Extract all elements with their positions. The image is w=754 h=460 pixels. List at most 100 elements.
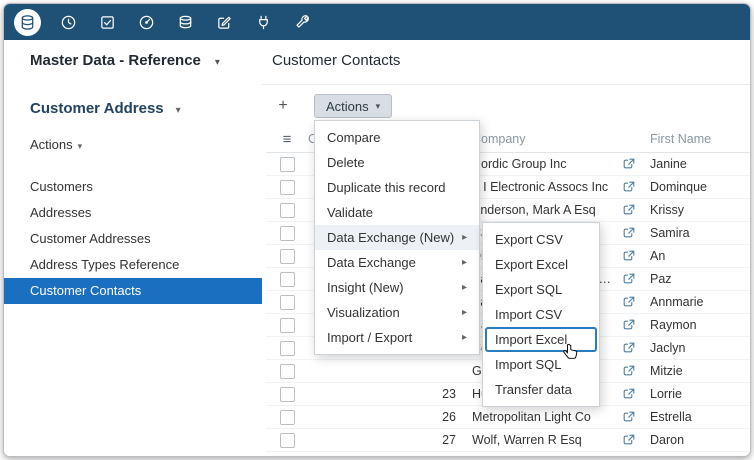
submenu-arrow-icon: ▸ [462,225,467,250]
row-checkbox[interactable] [280,341,295,356]
actions-button-label: Actions [326,99,369,114]
row-checkbox[interactable] [280,226,295,241]
plug-icon[interactable] [251,10,275,34]
table-row[interactable]: 30Development AuthorityYolando [266,452,750,456]
menu-item-visualization[interactable]: Visualization▸ [315,300,479,325]
column-header-company[interactable]: Company [466,132,616,146]
submenu-item-import-excel[interactable]: Import Excel [485,327,597,352]
row-checkbox-cell [266,226,308,241]
table-menu-icon[interactable]: ≡ [283,132,292,147]
add-record-button[interactable]: + [270,94,296,118]
cell-first-name: Annmarie [642,295,750,309]
menu-item-data-exchange-new[interactable]: Data Exchange (New) ▸ [315,225,479,250]
menu-item-insight-new[interactable]: Insight (New)▸ [315,275,479,300]
external-link-icon[interactable] [616,227,642,239]
submenu-item-label: Import SQL [495,352,561,377]
external-link-icon[interactable] [616,434,642,446]
submenu-item-transfer-data[interactable]: Transfer data [483,377,599,402]
external-link-icon[interactable] [616,250,642,262]
submenu-item-export-csv[interactable]: Export CSV [483,227,599,252]
submenu-item-export-sql[interactable]: Export SQL [483,277,599,302]
row-checkbox[interactable] [280,456,295,457]
submenu-item-export-excel[interactable]: Export Excel [483,252,599,277]
caret-down-icon: ▾ [376,101,381,112]
row-checkbox[interactable] [280,318,295,333]
row-checkbox[interactable] [280,272,295,287]
external-link-icon[interactable] [616,319,642,331]
external-link-icon[interactable] [616,181,642,193]
external-link-icon[interactable] [616,273,642,285]
menu-item-label: Data Exchange [327,250,416,275]
row-checkbox[interactable] [280,433,295,448]
row-checkbox[interactable] [280,295,295,310]
row-checkbox-cell [266,272,308,287]
cell-first-name: Raymon [642,318,750,332]
menu-item-label: Validate [327,200,373,225]
row-checkbox[interactable] [280,364,295,379]
row-checkbox-cell [266,318,308,333]
sidebar-item-customer-addresses[interactable]: Customer Addresses [4,226,262,252]
menu-item-validate[interactable]: Validate [315,200,479,225]
actions-button[interactable]: Actions ▾ [314,94,392,118]
check-square-icon[interactable] [95,10,119,34]
cell-company: Nordic Group Inc [466,157,616,171]
menu-item-label: Duplicate this record [327,175,446,200]
external-link-icon[interactable] [616,296,642,308]
cell-first-name: Daron [642,433,750,447]
sidebar-title-label: Customer Address [30,100,164,117]
submenu-item-label: Export CSV [495,227,563,252]
submenu-item-import-sql[interactable]: Import SQL [483,352,599,377]
database-alt-icon[interactable] [173,10,197,34]
row-checkbox[interactable] [280,180,295,195]
database-icon[interactable] [14,9,41,36]
cell-company: Metropolitan Light Co [466,410,616,424]
row-checkbox[interactable] [280,387,295,402]
external-link-icon[interactable] [616,204,642,216]
cell-first-name: Dominque [642,180,750,194]
table-row[interactable]: 26Metropolitan Light CoEstrella [266,406,750,429]
external-link-icon[interactable] [616,411,642,423]
gauge-icon[interactable] [134,10,158,34]
header-row: Master Data - Reference▾ Customer Contac… [4,40,750,85]
wrench-icon[interactable] [290,10,314,34]
sidebar-item-customers[interactable]: Customers [4,174,262,200]
submenu-item-label: Export Excel [495,252,568,277]
clock-icon[interactable] [56,10,80,34]
sidebar-item-address-types-reference[interactable]: Address Types Reference [4,252,262,278]
sidebar-table-selector[interactable]: Customer Address ▾ [4,84,262,117]
menu-item-label: Data Exchange (New) [327,225,454,250]
menu-item-label: Insight (New) [327,275,404,300]
row-checkbox[interactable] [280,410,295,425]
row-checkbox[interactable] [280,249,295,264]
menu-item-duplicate-this-record[interactable]: Duplicate this record [315,175,479,200]
sidebar-nav-list: CustomersAddressesCustomer AddressesAddr… [4,174,262,304]
row-checkbox[interactable] [280,157,295,172]
sidebar-actions-dropdown[interactable]: Actions▾ [4,117,262,152]
menu-item-delete[interactable]: Delete [315,150,479,175]
menu-item-data-exchange[interactable]: Data Exchange▸ [315,250,479,275]
navbar-icon-group [14,9,314,36]
row-checkbox-cell [266,157,308,172]
page-title: Customer Contacts [272,52,400,69]
external-link-icon[interactable] [616,388,642,400]
table-row[interactable]: 27Wolf, Warren R EsqDaron [266,429,750,452]
breadcrumb[interactable]: Master Data - Reference▾ [30,52,220,69]
sidebar-item-addresses[interactable]: Addresses [4,200,262,226]
caret-down-icon: ▾ [176,105,181,116]
submenu-item-label: Transfer data [495,377,572,402]
menu-item-label: Delete [327,150,365,175]
menu-item-compare[interactable]: Compare [315,125,479,150]
external-link-icon[interactable] [616,342,642,354]
menu-item-import-export[interactable]: Import / Export▸ [315,325,479,350]
menu-item-label: Import / Export [327,325,412,350]
submenu-item-import-csv[interactable]: Import CSV [483,302,599,327]
sidebar-item-customer-contacts[interactable]: Customer Contacts [4,278,262,304]
column-header-first-name[interactable]: First Name [642,132,750,146]
cell-first-name: Paz [642,272,750,286]
row-checkbox-cell [266,295,308,310]
external-link-icon[interactable] [616,158,642,170]
external-link-icon[interactable] [616,365,642,377]
edit-icon[interactable] [212,10,236,34]
cell-first-name: Krissy [642,203,750,217]
row-checkbox[interactable] [280,203,295,218]
